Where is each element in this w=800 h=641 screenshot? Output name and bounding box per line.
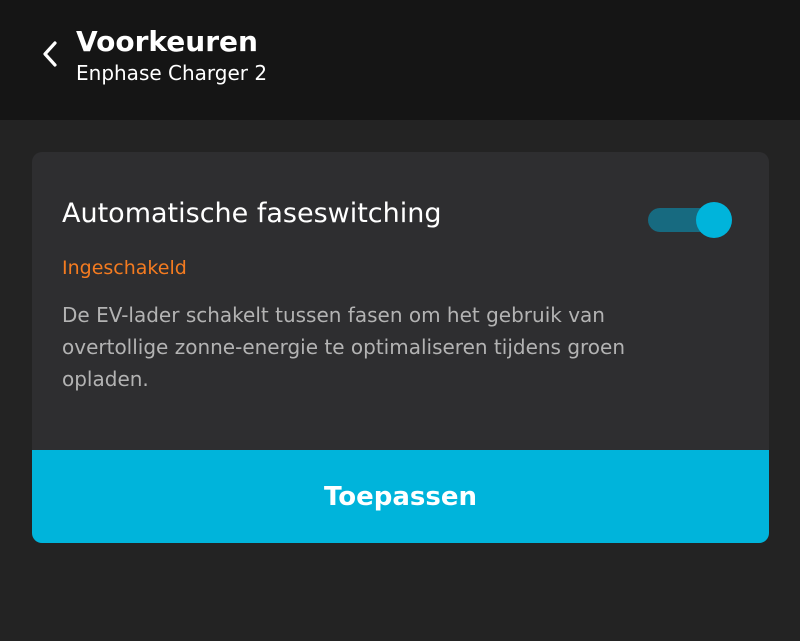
status-label: Ingeschakeld — [62, 257, 187, 279]
device-name: Enphase Charger 2 — [76, 61, 268, 85]
setting-card: Automatische faseswitching Ingeschakeld … — [32, 152, 769, 543]
toggle-knob — [696, 202, 732, 238]
back-button[interactable] — [30, 34, 70, 74]
page-title: Voorkeuren — [76, 25, 258, 58]
phase-switching-toggle[interactable] — [648, 200, 732, 240]
setting-description: De EV-lader schakelt tussen fasen om het… — [62, 303, 626, 391]
setting-title: Automatische faseswitching — [62, 198, 442, 229]
apply-button[interactable]: Toepassen — [32, 450, 769, 543]
app-header: Voorkeuren Enphase Charger 2 — [0, 0, 800, 120]
chevron-left-icon — [43, 41, 57, 67]
